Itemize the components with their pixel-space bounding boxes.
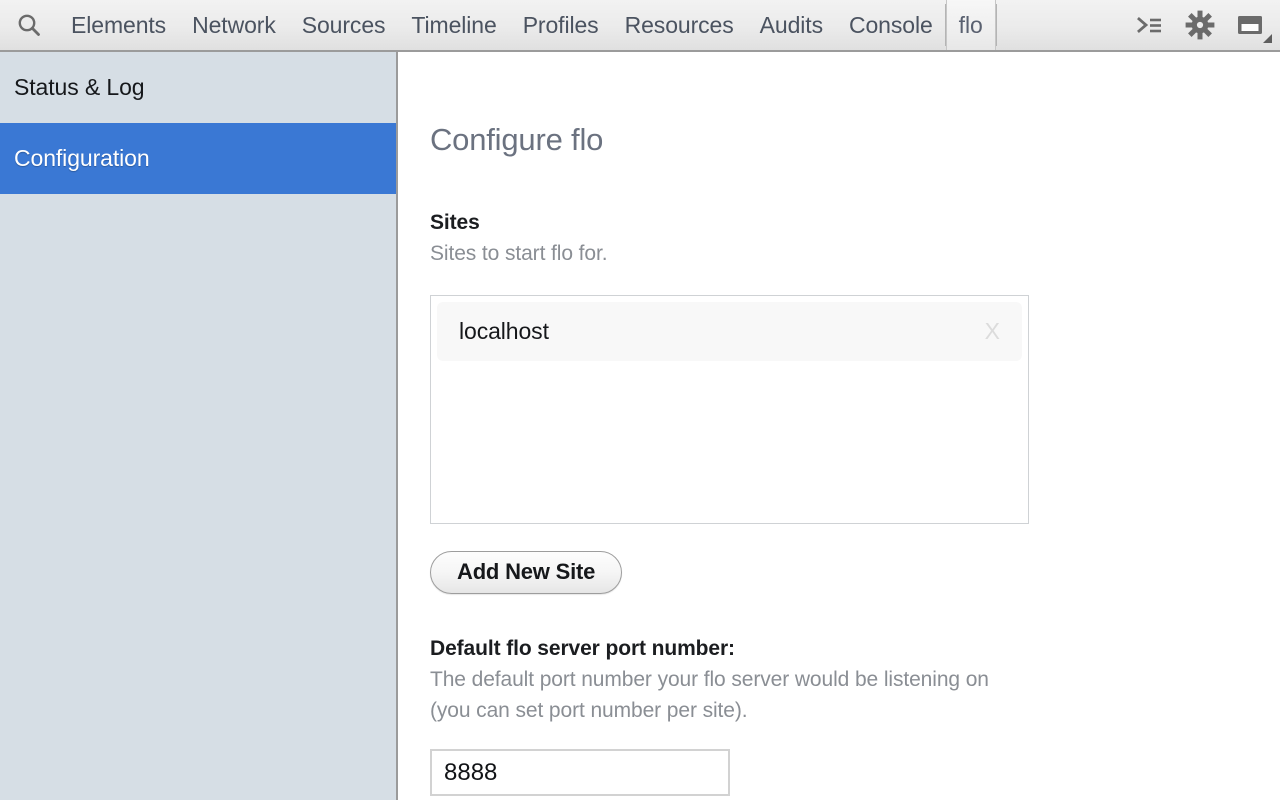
tab-label: Sources bbox=[302, 12, 386, 39]
tab-flo[interactable]: flo bbox=[946, 0, 996, 50]
section-description-line-1: The default port number your flo server … bbox=[430, 664, 1280, 696]
tab-console[interactable]: Console bbox=[836, 0, 946, 50]
toolbar-actions bbox=[1114, 0, 1280, 50]
toolbar-tabs: Elements Network Sources Timeline Profil… bbox=[58, 0, 1114, 50]
section-label: Sites bbox=[430, 208, 1280, 238]
section-description: Sites to start flo for. bbox=[430, 238, 1280, 270]
dock-dropdown-triangle-icon bbox=[1263, 34, 1272, 43]
page-title: Configure flo bbox=[430, 124, 1280, 155]
add-new-site-button[interactable]: Add New Site bbox=[430, 551, 622, 594]
port-number-input[interactable] bbox=[430, 749, 730, 796]
tab-profiles[interactable]: Profiles bbox=[510, 0, 612, 50]
search-icon[interactable] bbox=[0, 0, 58, 50]
devtools-toolbar: Elements Network Sources Timeline Profil… bbox=[0, 0, 1280, 52]
tab-label: Profiles bbox=[523, 12, 599, 39]
section-default-port: Default flo server port number: The defa… bbox=[430, 634, 1280, 797]
flo-sidebar: Status & Log Configuration bbox=[0, 52, 398, 800]
tab-timeline[interactable]: Timeline bbox=[398, 0, 509, 50]
tab-label: Elements bbox=[71, 12, 166, 39]
tab-label: flo bbox=[959, 12, 983, 39]
sidebar-item-label: Configuration bbox=[14, 145, 150, 172]
tab-label: Timeline bbox=[411, 12, 496, 39]
gear-icon[interactable] bbox=[1178, 5, 1222, 45]
sidebar-item-label: Status & Log bbox=[14, 74, 145, 101]
tab-elements[interactable]: Elements bbox=[58, 0, 179, 50]
section-label: Default flo server port number: bbox=[430, 634, 1280, 664]
console-drawer-icon[interactable] bbox=[1128, 5, 1172, 45]
tab-label: Console bbox=[849, 12, 933, 39]
sites-listbox[interactable]: localhost X bbox=[430, 295, 1029, 524]
tab-label: Resources bbox=[625, 12, 734, 39]
configuration-panel: Configure flo Sites Sites to start flo f… bbox=[398, 52, 1280, 800]
devtools-body: Status & Log Configuration Configure flo… bbox=[0, 52, 1280, 800]
tab-sources[interactable]: Sources bbox=[289, 0, 399, 50]
tab-audits[interactable]: Audits bbox=[747, 0, 836, 50]
dock-icon[interactable] bbox=[1228, 5, 1272, 45]
sidebar-item-configuration[interactable]: Configuration bbox=[0, 123, 396, 194]
sidebar-item-status-and-log[interactable]: Status & Log bbox=[0, 52, 396, 123]
section-description-line-2: (you can set port number per site). bbox=[430, 695, 1280, 727]
tab-network[interactable]: Network bbox=[179, 0, 289, 50]
tab-label: Network bbox=[192, 12, 276, 39]
button-label: Add New Site bbox=[457, 559, 595, 585]
site-value: localhost bbox=[459, 318, 977, 345]
section-spacer bbox=[430, 594, 1280, 634]
section-sites: Sites Sites to start flo for. localhost … bbox=[430, 208, 1280, 594]
devtools-window: Elements Network Sources Timeline Profil… bbox=[0, 0, 1280, 800]
tab-resources[interactable]: Resources bbox=[612, 0, 747, 50]
list-item[interactable]: localhost X bbox=[437, 302, 1022, 361]
remove-site-icon[interactable]: X bbox=[977, 320, 1008, 343]
tab-label: Audits bbox=[760, 12, 823, 39]
